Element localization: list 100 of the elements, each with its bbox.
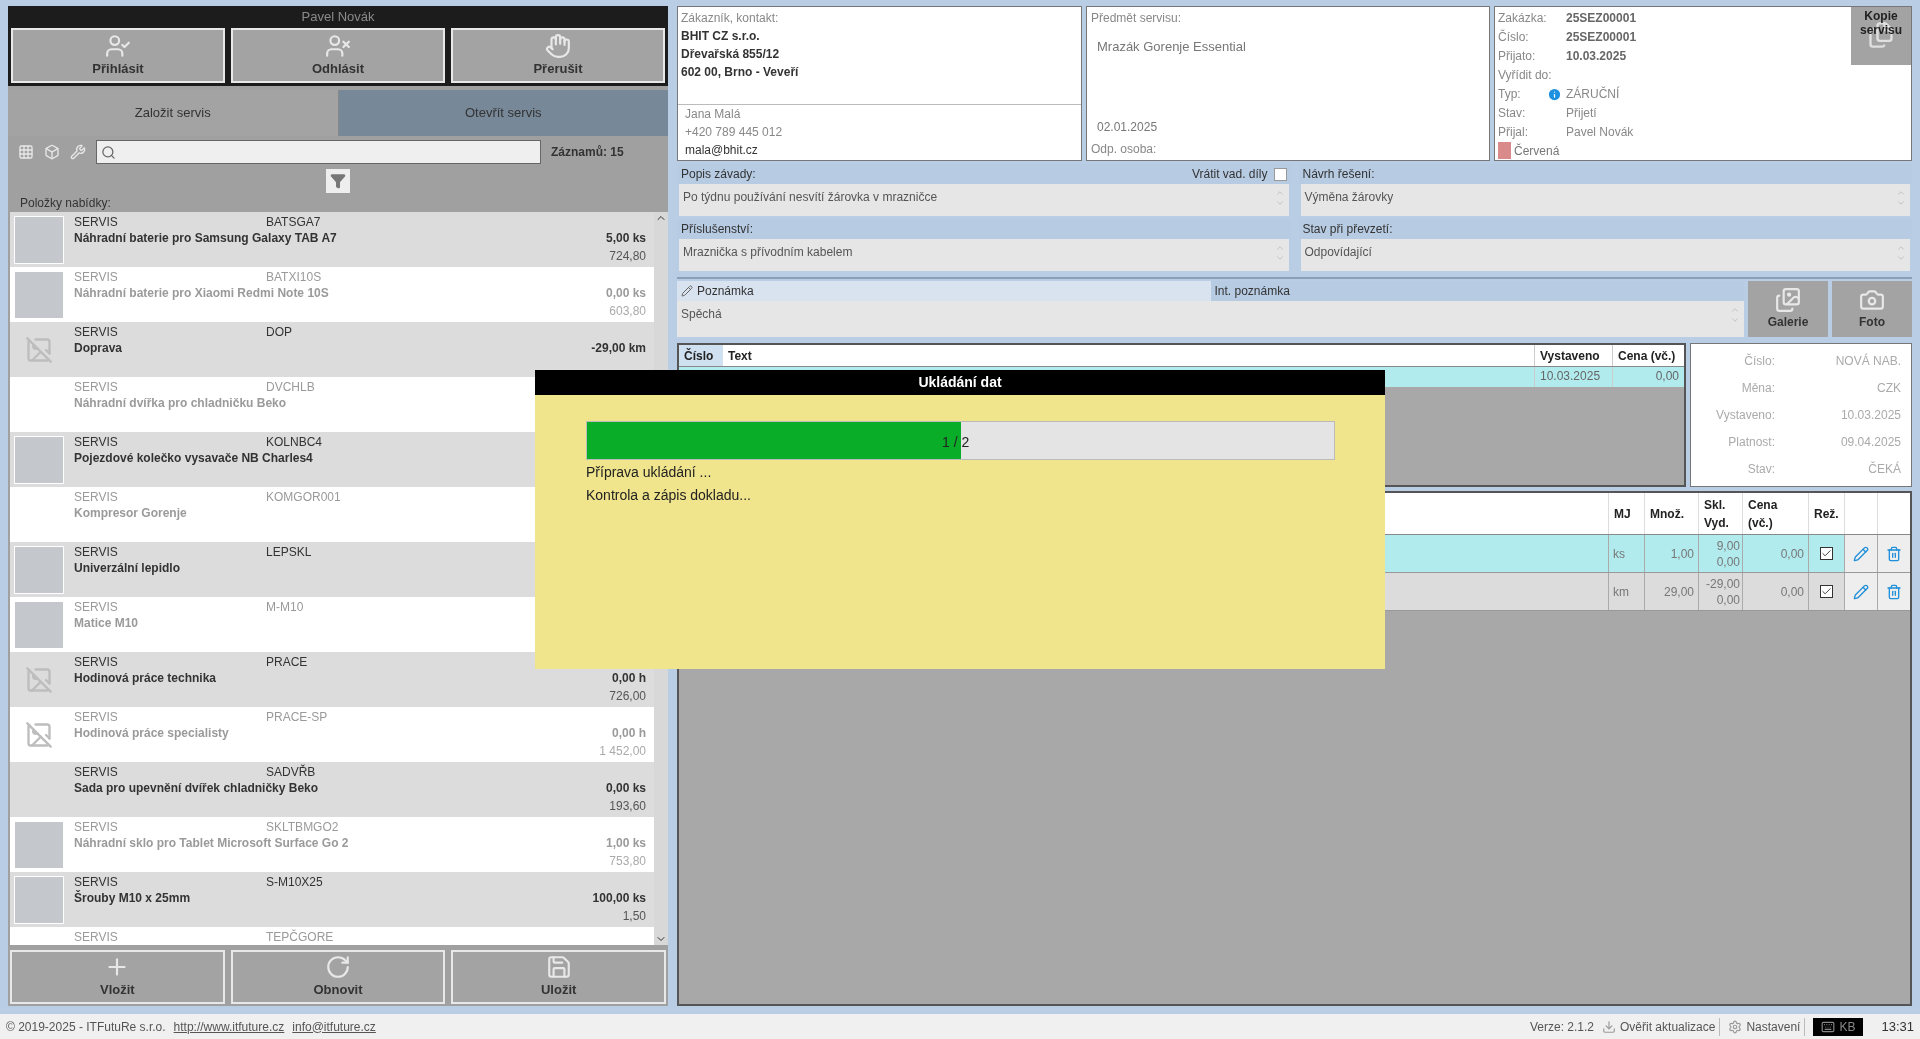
field-label: Stav při převzetí: [1302, 221, 1393, 238]
field-label: Zákazník, kontakt: [681, 10, 780, 27]
item-name: Kompresor Gorenje [74, 505, 187, 522]
field-label: Číslo: [1498, 28, 1529, 47]
customer-address: Dřevařská 855/12 [681, 46, 781, 63]
item-price: 603,80 [609, 303, 646, 318]
column-header: Množ. [1644, 493, 1698, 534]
field-label: Typ: [1498, 86, 1521, 104]
item-code: DOP [266, 324, 292, 339]
list-title: Položky nabídky: [20, 195, 111, 212]
item-code: SADVŘB [266, 763, 316, 779]
item-name: Šrouby M10 x 25mm [74, 889, 191, 907]
item-category: SERVIS [74, 434, 119, 449]
item-code: LEPSKL [266, 544, 312, 559]
column-header: Text [727, 347, 753, 365]
item-code: SKLTBMGO2 [266, 819, 339, 834]
progress-text: 1 / 2 [942, 433, 970, 452]
item-name: Hodinová práce technika [74, 670, 217, 687]
item-name: Náhradní baterie pro Xiaomi Redmi Note 10S [74, 285, 329, 302]
field-label: Předmět servisu: [1091, 10, 1183, 27]
table-cell: ks [1608, 535, 1644, 572]
item-price: 726,00 [609, 688, 646, 703]
table-cell: 0,00 [1612, 367, 1684, 387]
field-label: Vrátit vad. díly [1191, 166, 1268, 183]
field-label: Číslo: [1743, 352, 1775, 371]
field-label: Přijal: [1498, 124, 1528, 142]
item-price: 1,50 [622, 908, 646, 923]
item-name: Univerzální lepidlo [74, 560, 181, 577]
user-name: Pavel Novák [301, 8, 375, 27]
item-name: Pojezdové kolečko vysavače NB Charles4 [74, 450, 313, 467]
table-cell: 9,00 0,00 [1698, 535, 1742, 572]
item-quantity: 100,00 ks [592, 890, 646, 907]
item-code: PRACE [266, 654, 308, 669]
field-value: NOVÁ NAB. [1834, 352, 1901, 371]
item-category: SERVIS [74, 819, 119, 834]
contact-text: +420 789 445 012 [685, 124, 784, 141]
dialog-title: Ukládání dat [918, 373, 1002, 392]
item-code: BATXI10S [266, 269, 322, 284]
field-value: 25SEZ00001 [1566, 29, 1637, 47]
item-quantity: 0,00 h [611, 670, 646, 687]
table-cell: 29,00 [1644, 573, 1698, 610]
field-value: ČEKÁ [1867, 460, 1901, 478]
table-cell: 0,00 [1742, 573, 1808, 610]
item-code: BATSGA7 [266, 214, 321, 229]
table-cell: km [1608, 573, 1644, 610]
column-header: Cena (vč.) [1612, 345, 1684, 366]
field-value: CZK [1876, 380, 1901, 398]
field-label: Měna: [1740, 380, 1775, 398]
item-category: SERVIS [74, 324, 119, 339]
item-code: DVCHLB [266, 379, 315, 394]
field-value: Pavel Novák [1566, 124, 1634, 142]
column-header: Rež. [1808, 493, 1844, 534]
item-name: Náhradní baterie pro Samsung Galaxy TAB A7 [74, 230, 337, 247]
table-cell: 10.03.2025 [1534, 367, 1612, 387]
subject-value: Mrazák Gorenje Essential [1097, 38, 1247, 56]
column-header: Cena (vč.) [1742, 493, 1808, 534]
item-category: SERVIS [74, 709, 119, 724]
field-value: 25SEZ00001 [1566, 10, 1637, 28]
table-cell: 1,00 [1644, 535, 1698, 572]
field-label: Popis závady: [681, 166, 756, 183]
item-category: SERVIS [74, 489, 119, 504]
item-price: 724,80 [609, 248, 646, 263]
field-label: Vystaveno: [1715, 407, 1775, 424]
item-quantity: -29,00 km [591, 340, 646, 357]
customer-address: 602 00, Brno - Veveří [681, 64, 800, 81]
column-header: MJ [1608, 493, 1644, 534]
column-header: Skl. Vyd. [1698, 493, 1742, 534]
field-value: Přijetí [1566, 105, 1597, 123]
item-category: SERVIS [74, 269, 119, 284]
item-quantity: 0,00 h [611, 725, 646, 742]
item-category: SERVIS [74, 214, 119, 229]
column-header: Číslo [679, 345, 723, 366]
item-price: 753,80 [609, 853, 646, 868]
item-price: 1 452,00 [599, 743, 646, 758]
field-label: Stav: [1498, 105, 1526, 123]
item-code: KOMGOR001 [266, 489, 341, 504]
item-name: Náhradní dvířka pro chladničku Beko [74, 395, 287, 412]
copyright-text: © 2019-2025 - ITFutuRe s.r.o. [6, 1018, 166, 1036]
item-name: Matice M10 [74, 615, 139, 632]
table-cell: -29,00 0,00 [1698, 573, 1742, 610]
version-text: Verze: 2.1.2 [1530, 1018, 1595, 1036]
column-header: Vystaveno [1534, 345, 1612, 366]
item-code: S-M10X25 [266, 874, 323, 889]
field-value: ZÁRUČNÍ [1566, 85, 1620, 104]
field-label: Příslušenství: [681, 221, 754, 238]
field-label: Návrh řešení: [1302, 166, 1375, 183]
field-value: 10.03.2025 [1839, 407, 1901, 424]
item-category: SERVIS [74, 599, 119, 614]
item-quantity: 1,00 ks [605, 835, 646, 852]
clock-text: 13:31 [1881, 1017, 1914, 1036]
item-category: SERVIS [74, 379, 119, 394]
field-label: Zakázka: [1498, 10, 1547, 28]
item-category: SERVIS [74, 654, 119, 669]
item-name: Sada pro upevnění dvířek chladničky Beko [74, 780, 319, 797]
item-category: SERVIS [74, 764, 119, 779]
item-name: Hodinová práce specialisty [74, 725, 229, 742]
item-category: SERVIS [74, 874, 119, 889]
item-quantity: 5,00 ks [605, 230, 646, 247]
field-label: Stav: [1746, 460, 1775, 478]
customer-address: BHIT CZ s.r.o. [681, 28, 761, 45]
